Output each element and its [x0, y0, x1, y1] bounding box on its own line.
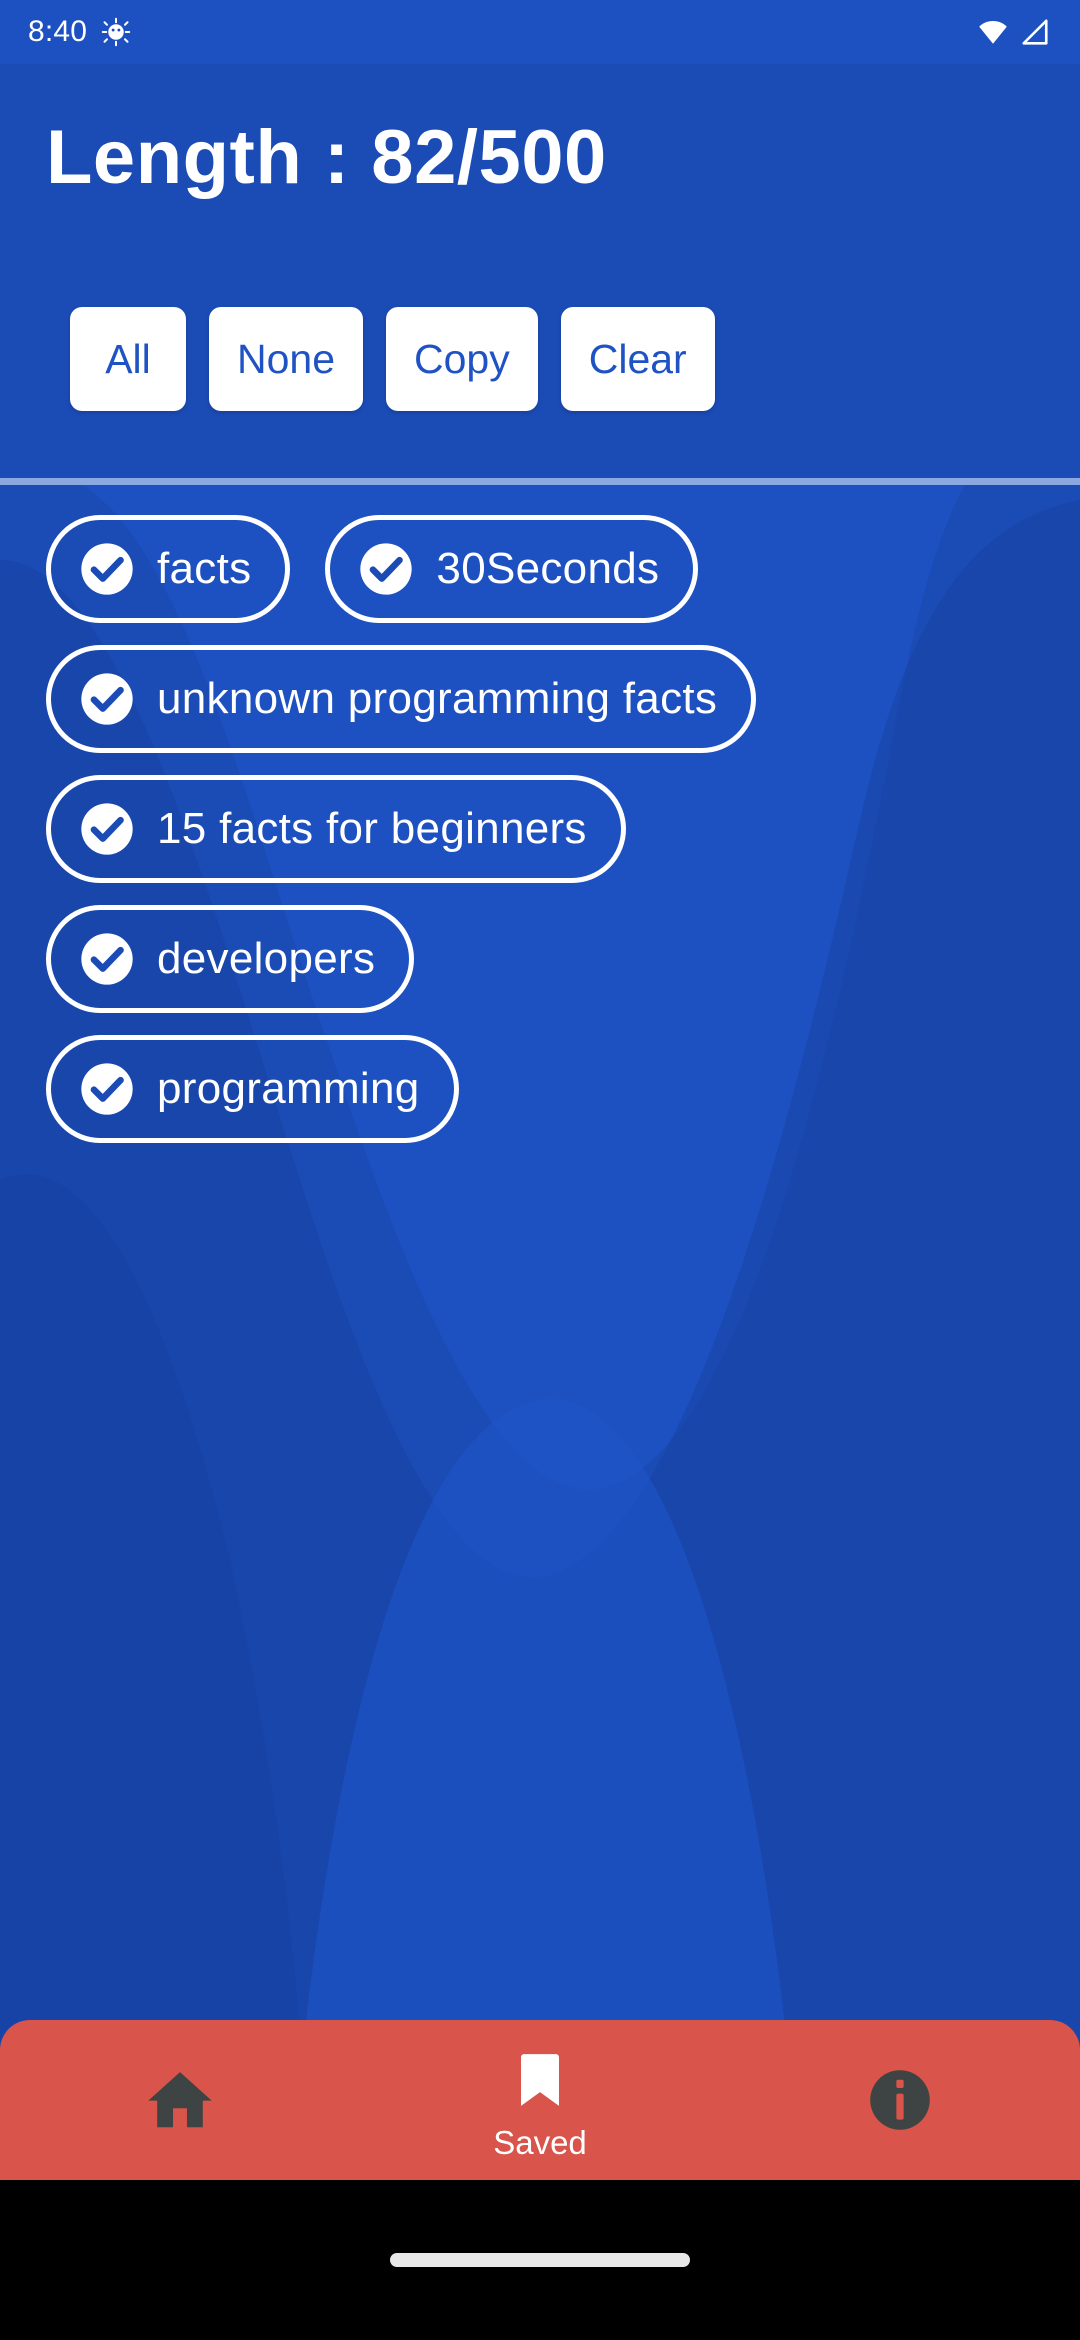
- chip-row: programming: [0, 1035, 1080, 1143]
- chip-label: developers: [157, 934, 376, 983]
- status-bar: 8:40: [0, 0, 1080, 64]
- app-screen: 8:40 Length: 82/500 All None Copy Clear…: [0, 0, 1080, 2340]
- select-none-button[interactable]: None: [209, 307, 364, 411]
- chip-unknown-programming-facts[interactable]: unknown programming facts: [46, 645, 757, 753]
- chip-row: unknown programming facts: [0, 645, 1080, 753]
- tag-chip-list: facts 30Seconds unknown programming fact…: [0, 500, 1080, 1165]
- nav-item-home[interactable]: [0, 2020, 360, 2180]
- check-circle-icon: [81, 673, 133, 725]
- system-gesture-nav: [0, 2180, 1080, 2340]
- chip-row: facts 30Seconds: [0, 515, 1080, 623]
- check-circle-icon: [81, 1063, 133, 1115]
- chip-30seconds[interactable]: 30Seconds: [325, 515, 699, 623]
- status-bar-right: [976, 17, 1050, 47]
- action-button-row: All None Copy Clear: [70, 307, 715, 411]
- wifi-icon: [979, 21, 1007, 44]
- header-divider: [0, 478, 1080, 485]
- chip-label: facts: [157, 544, 252, 593]
- check-circle-icon: [81, 933, 133, 985]
- bookmark-icon: [521, 2054, 559, 2106]
- nav-item-saved[interactable]: Saved: [360, 2020, 720, 2180]
- status-bar-clock: 8:40: [28, 15, 88, 48]
- select-all-button[interactable]: All: [70, 307, 186, 411]
- nav-item-label: Saved: [493, 2124, 587, 2161]
- android-debug-icon: [101, 17, 131, 47]
- header-section: Length : 82/500 All None Copy Clear: [0, 64, 1080, 478]
- bottom-navigation-bar: Saved: [0, 2020, 1080, 2180]
- home-icon: [148, 2072, 212, 2128]
- copy-button[interactable]: Copy: [386, 307, 538, 411]
- clear-button[interactable]: Clear: [560, 307, 715, 411]
- chip-label: unknown programming facts: [157, 674, 718, 723]
- check-circle-icon: [81, 543, 133, 595]
- info-icon: [870, 2070, 930, 2130]
- check-circle-icon: [81, 803, 133, 855]
- chip-programming[interactable]: programming: [46, 1035, 459, 1143]
- cell-signal-icon: [1022, 19, 1048, 45]
- chip-label: programming: [157, 1064, 420, 1113]
- chip-15-facts-for-beginners[interactable]: 15 facts for beginners: [46, 775, 626, 883]
- status-bar-left: 8:40: [28, 17, 131, 47]
- check-circle-icon: [360, 543, 413, 595]
- chip-row: 15 facts for beginners: [0, 775, 1080, 883]
- chip-developers[interactable]: developers: [46, 905, 415, 1013]
- nav-item-info[interactable]: [720, 2020, 1080, 2180]
- chip-label: 15 facts for beginners: [157, 804, 587, 853]
- gesture-pill[interactable]: [390, 2253, 690, 2267]
- chip-facts[interactable]: facts: [46, 515, 291, 623]
- page-title: Length : 82/500: [46, 115, 607, 200]
- chip-label: 30Seconds: [436, 544, 660, 593]
- chip-row: developers: [0, 905, 1080, 1013]
